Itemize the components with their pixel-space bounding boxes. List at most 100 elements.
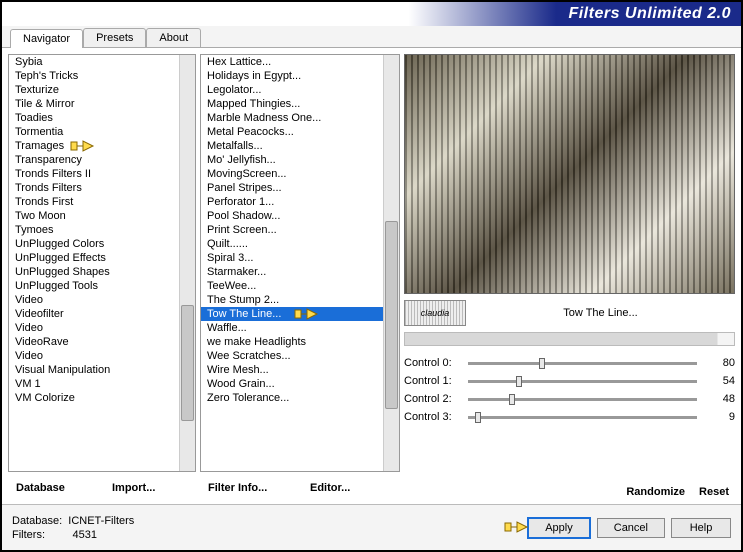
category-item[interactable]: VM 1: [9, 377, 179, 391]
slider-track[interactable]: [468, 416, 697, 419]
filter-item[interactable]: Holidays in Egypt...: [201, 69, 383, 83]
category-item[interactable]: Tile & Mirror: [9, 97, 179, 111]
slider-track[interactable]: [468, 380, 697, 383]
filters-label: Filters:: [12, 529, 45, 541]
category-item[interactable]: Video: [9, 321, 179, 335]
filter-item[interactable]: Pool Shadow...: [201, 209, 383, 223]
watermark-badge: claudia: [404, 300, 466, 326]
help-button[interactable]: Help: [671, 518, 731, 538]
tab-navigator[interactable]: Navigator: [10, 29, 83, 48]
category-item[interactable]: Video: [9, 349, 179, 363]
app-title: Filters Unlimited 2.0: [568, 5, 731, 23]
filter-item[interactable]: Wood Grain...: [201, 377, 383, 391]
reset-button[interactable]: Reset: [699, 486, 729, 498]
footer-bar: Database: ICNET-Filters Filters: 4531 Ap…: [2, 504, 741, 550]
filter-button-row: Filter Info... Editor...: [200, 472, 400, 498]
slider-thumb[interactable]: [475, 412, 481, 423]
category-item[interactable]: VM Colorize: [9, 391, 179, 405]
filters-count: 4531: [73, 529, 97, 541]
filter-item[interactable]: Spiral 3...: [201, 251, 383, 265]
tab-about[interactable]: About: [146, 28, 201, 47]
filter-item[interactable]: Metalfalls...: [201, 139, 383, 153]
category-item[interactable]: UnPlugged Tools: [9, 279, 179, 293]
apply-button[interactable]: Apply: [527, 517, 591, 539]
filter-item[interactable]: Wire Mesh...: [201, 363, 383, 377]
tab-presets[interactable]: Presets: [83, 28, 146, 47]
scrollbar[interactable]: [179, 55, 195, 471]
slider-label: Control 3:: [404, 411, 460, 423]
slider-thumb[interactable]: [509, 394, 515, 405]
filter-item[interactable]: Wee Scratches...: [201, 349, 383, 363]
filter-item[interactable]: Tow The Line...: [201, 307, 383, 321]
main-area: SybiaTeph's TricksTexturizeTile & Mirror…: [2, 48, 741, 504]
filter-item[interactable]: Mapped Thingies...: [201, 97, 383, 111]
category-item[interactable]: Video: [9, 293, 179, 307]
scrollbar-thumb[interactable]: [385, 221, 398, 408]
cancel-button[interactable]: Cancel: [597, 518, 665, 538]
category-item[interactable]: Toadies: [9, 111, 179, 125]
scrollbar[interactable]: [383, 55, 399, 471]
database-button[interactable]: Database: [8, 478, 100, 498]
filter-item[interactable]: Legolator...: [201, 83, 383, 97]
filter-item[interactable]: Starmaker...: [201, 265, 383, 279]
slider-label: Control 1:: [404, 375, 460, 387]
slider-value: 48: [705, 393, 735, 405]
filter-item[interactable]: Waffle...: [201, 321, 383, 335]
category-item[interactable]: Tronds Filters II: [9, 167, 179, 181]
category-list[interactable]: SybiaTeph's TricksTexturizeTile & Mirror…: [9, 55, 179, 471]
filter-item[interactable]: Zero Tolerance...: [201, 391, 383, 405]
category-item[interactable]: Videofilter: [9, 307, 179, 321]
category-item[interactable]: UnPlugged Effects: [9, 251, 179, 265]
db-value: ICNET-Filters: [68, 515, 134, 527]
category-item[interactable]: UnPlugged Colors: [9, 237, 179, 251]
filter-item[interactable]: Quilt......: [201, 237, 383, 251]
footer-info: Database: ICNET-Filters Filters: 4531: [12, 514, 527, 542]
slider-thumb[interactable]: [539, 358, 545, 369]
filter-item[interactable]: MovingScreen...: [201, 167, 383, 181]
category-item[interactable]: Tymoes: [9, 223, 179, 237]
randomize-button[interactable]: Randomize: [626, 486, 685, 498]
sliders-area: Control 0:80Control 1:54Control 2:48Cont…: [404, 354, 735, 426]
filter-item[interactable]: we make Headlights: [201, 335, 383, 349]
filter-item[interactable]: Marble Madness One...: [201, 111, 383, 125]
filter-item[interactable]: Hex Lattice...: [201, 55, 383, 69]
filter-item[interactable]: Metal Peacocks...: [201, 125, 383, 139]
slider-track[interactable]: [468, 398, 697, 401]
scrollbar-thumb[interactable]: [181, 305, 194, 421]
category-item[interactable]: Texturize: [9, 83, 179, 97]
editor-button[interactable]: Editor...: [302, 478, 400, 498]
control-slider-3: Control 3:9: [404, 408, 735, 426]
filter-name-row: claudia Tow The Line...: [404, 294, 735, 332]
filter-item[interactable]: TeeWee...: [201, 279, 383, 293]
slider-track[interactable]: [468, 362, 697, 365]
slider-label: Control 2:: [404, 393, 460, 405]
filter-item[interactable]: Perforator 1...: [201, 195, 383, 209]
filter-column: Hex Lattice...Holidays in Egypt...Legola…: [200, 54, 400, 498]
slider-thumb[interactable]: [516, 376, 522, 387]
import-button[interactable]: Import...: [104, 478, 196, 498]
category-list-wrap: SybiaTeph's TricksTexturizeTile & Mirror…: [8, 54, 196, 472]
filter-item[interactable]: Print Screen...: [201, 223, 383, 237]
footer-buttons: Apply Cancel Help: [527, 517, 731, 539]
category-item[interactable]: Sybia: [9, 55, 179, 69]
control-slider-0: Control 0:80: [404, 354, 735, 372]
preview-column: claudia Tow The Line... Control 0:80Cont…: [404, 54, 735, 498]
category-item[interactable]: Two Moon: [9, 209, 179, 223]
filter-item[interactable]: Mo' Jellyfish...: [201, 153, 383, 167]
slider-label: Control 0:: [404, 357, 460, 369]
filter-item[interactable]: The Stump 2...: [201, 293, 383, 307]
current-filter-name: Tow The Line...: [466, 307, 735, 319]
preview-button-row: Randomize Reset: [404, 480, 735, 498]
filter-info-button[interactable]: Filter Info...: [200, 478, 298, 498]
title-bar: Filters Unlimited 2.0: [2, 2, 741, 26]
category-item[interactable]: UnPlugged Shapes: [9, 265, 179, 279]
filter-item[interactable]: Panel Stripes...: [201, 181, 383, 195]
category-column: SybiaTeph's TricksTexturizeTile & Mirror…: [8, 54, 196, 498]
filter-list[interactable]: Hex Lattice...Holidays in Egypt...Legola…: [201, 55, 383, 471]
category-item[interactable]: Tronds Filters: [9, 181, 179, 195]
category-item[interactable]: Teph's Tricks: [9, 69, 179, 83]
category-item[interactable]: Tronds First: [9, 195, 179, 209]
control-slider-2: Control 2: 48: [404, 390, 735, 408]
category-item[interactable]: Visual Manipulation: [9, 363, 179, 377]
category-item[interactable]: VideoRave: [9, 335, 179, 349]
